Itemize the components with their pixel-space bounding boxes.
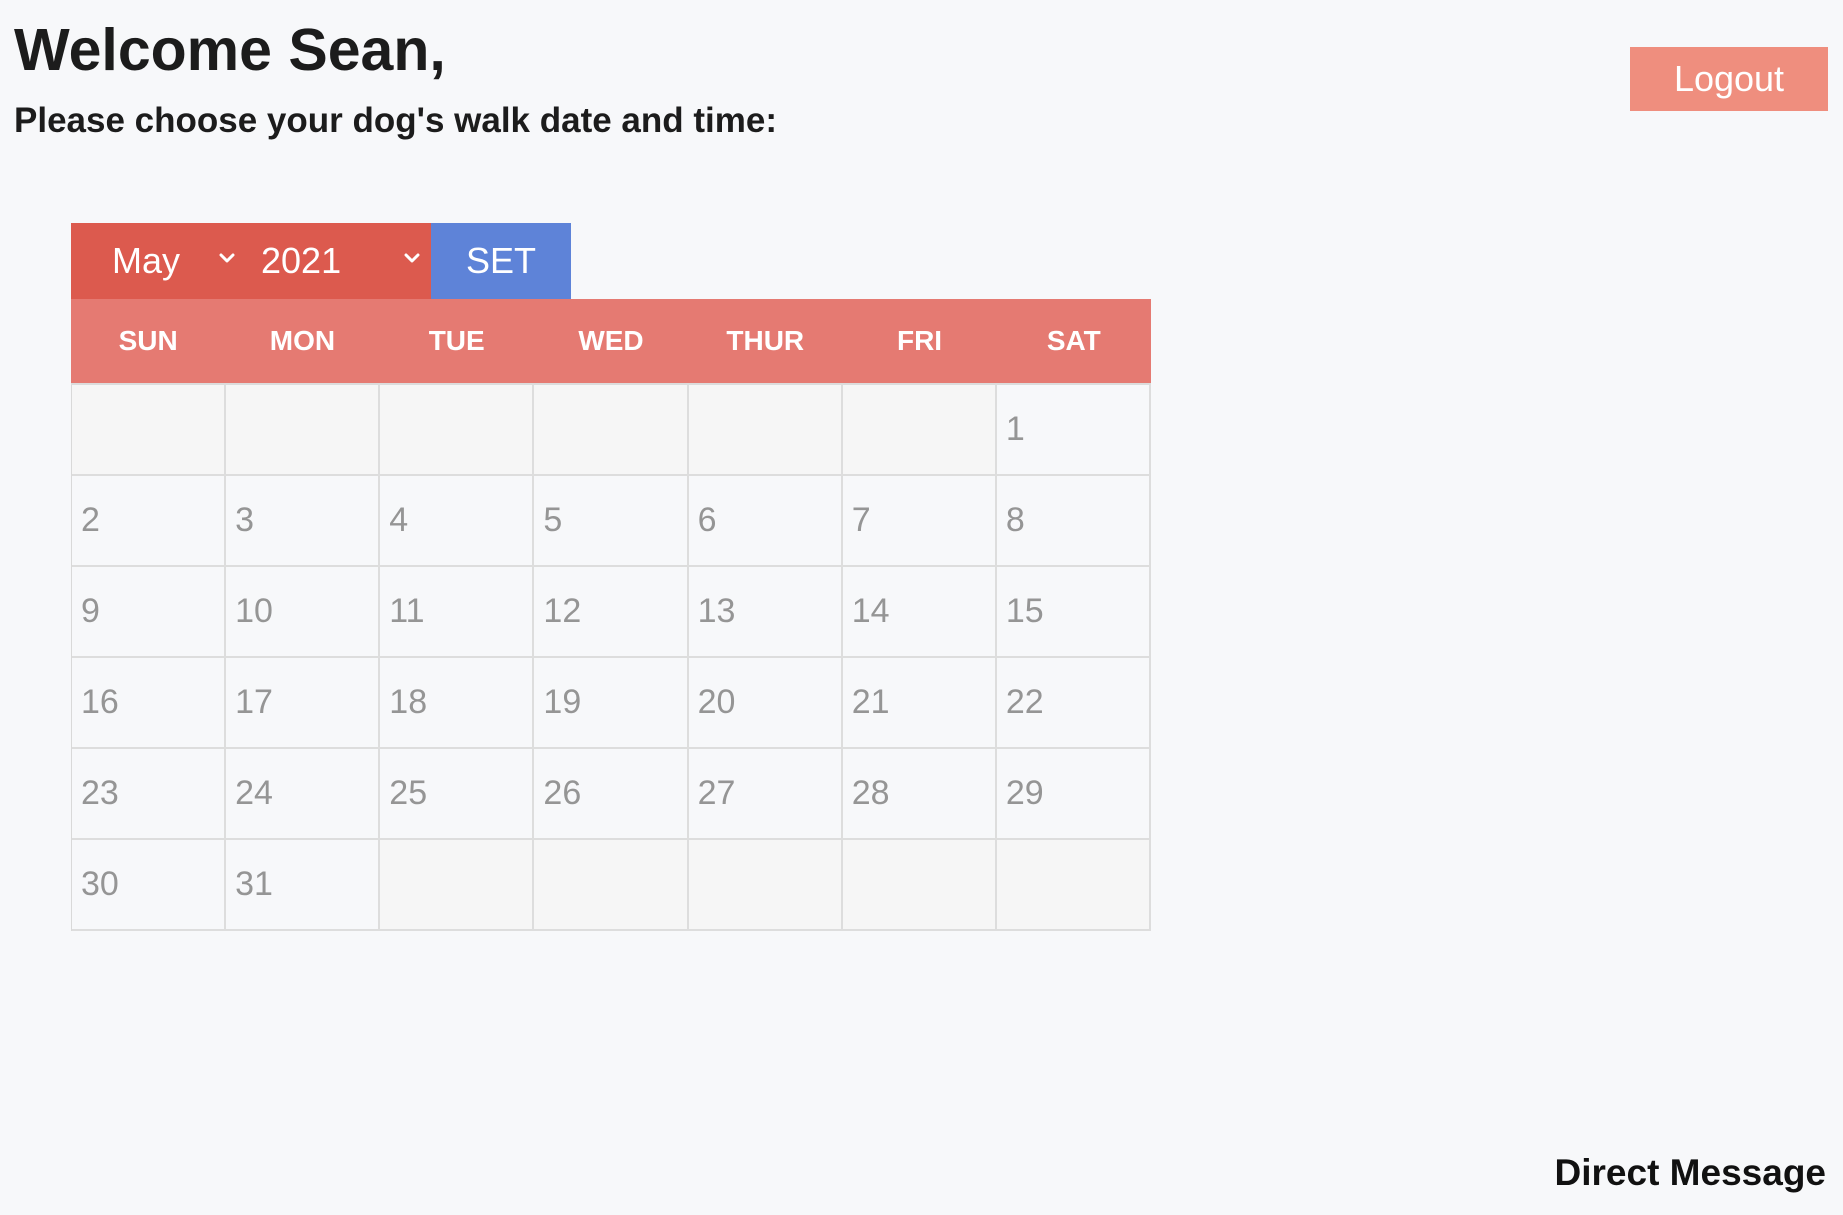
calendar-day[interactable]: 6	[688, 476, 843, 567]
welcome-heading: Welcome Sean,	[14, 17, 446, 83]
calendar-day[interactable]: 25	[380, 749, 535, 840]
calendar-day[interactable]: 26	[534, 749, 689, 840]
month-select[interactable]: May	[71, 223, 246, 299]
direct-message-link[interactable]: Direct Message	[1555, 1152, 1826, 1194]
calendar-day[interactable]: 11	[380, 567, 535, 658]
date-controls: May 2021 SET	[71, 223, 571, 299]
calendar-day-empty	[380, 840, 535, 931]
calendar-day[interactable]: 20	[688, 658, 843, 749]
calendar-day[interactable]: 8	[996, 476, 1151, 567]
weekday-mon: MON	[269, 325, 336, 356]
calendar-day[interactable]: 29	[996, 749, 1151, 840]
calendar-day[interactable]: 1	[996, 385, 1151, 476]
calendar-day[interactable]: 18	[380, 658, 535, 749]
calendar-day-empty	[226, 385, 381, 476]
calendar-day-empty	[688, 385, 843, 476]
weekday-sun: SUN	[118, 325, 178, 356]
calendar-grid: 1 2 3 4 5 6 7 8 9 10 11 12 13 14 15 16 17 18 19 20 21 22 23 24 2…	[71, 385, 1151, 931]
month-select-value: May	[112, 240, 181, 281]
calendar-day[interactable]: 2	[72, 476, 227, 567]
calendar: SUN MON TUE WED THUR FRI SAT 1 2 3 4 5 6 7 8 9 10…	[71, 299, 1151, 931]
weekday-tue: TUE	[428, 325, 485, 356]
year-select[interactable]: 2021	[246, 223, 431, 299]
calendar-day-empty	[996, 840, 1151, 931]
calendar-day-empty	[380, 385, 535, 476]
calendar-day[interactable]: 21	[842, 658, 997, 749]
calendar-day[interactable]: 23	[72, 749, 227, 840]
calendar-day-empty	[842, 840, 997, 931]
weekday-sat: SAT	[1046, 325, 1101, 356]
set-button[interactable]: SET	[431, 223, 571, 299]
logout-button[interactable]: Logout	[1630, 47, 1828, 111]
calendar-day-empty	[534, 840, 689, 931]
calendar-day[interactable]: 14	[842, 567, 997, 658]
calendar-day[interactable]: 22	[996, 658, 1151, 749]
calendar-day-empty	[534, 385, 689, 476]
page-subtitle: Please choose your dog's walk date and t…	[14, 101, 777, 140]
calendar-day[interactable]: 7	[842, 476, 997, 567]
calendar-day[interactable]: 12	[534, 567, 689, 658]
calendar-day[interactable]: 9	[72, 567, 227, 658]
calendar-day-empty	[72, 385, 227, 476]
calendar-day-empty	[842, 385, 997, 476]
calendar-day[interactable]: 30	[72, 840, 227, 931]
calendar-day[interactable]: 31	[226, 840, 381, 931]
calendar-day[interactable]: 28	[842, 749, 997, 840]
calendar-day[interactable]: 15	[996, 567, 1151, 658]
calendar-day[interactable]: 5	[534, 476, 689, 567]
weekday-thur: THUR	[726, 325, 805, 356]
calendar-day[interactable]: 27	[688, 749, 843, 840]
year-select-value: 2021	[261, 240, 342, 281]
weekday-header: SUN MON TUE WED THUR FRI SAT	[71, 299, 1151, 385]
calendar-day-empty	[688, 840, 843, 931]
weekday-wed: WED	[578, 325, 644, 356]
calendar-day[interactable]: 13	[688, 567, 843, 658]
calendar-day[interactable]: 17	[226, 658, 381, 749]
calendar-day[interactable]: 24	[226, 749, 381, 840]
calendar-day[interactable]: 19	[534, 658, 689, 749]
chevron-down-icon	[404, 253, 420, 263]
calendar-day[interactable]: 4	[380, 476, 535, 567]
weekday-fri: FRI	[896, 325, 943, 356]
calendar-day[interactable]: 16	[72, 658, 227, 749]
calendar-day[interactable]: 10	[226, 567, 381, 658]
chevron-down-icon	[219, 253, 235, 263]
calendar-day[interactable]: 3	[226, 476, 381, 567]
